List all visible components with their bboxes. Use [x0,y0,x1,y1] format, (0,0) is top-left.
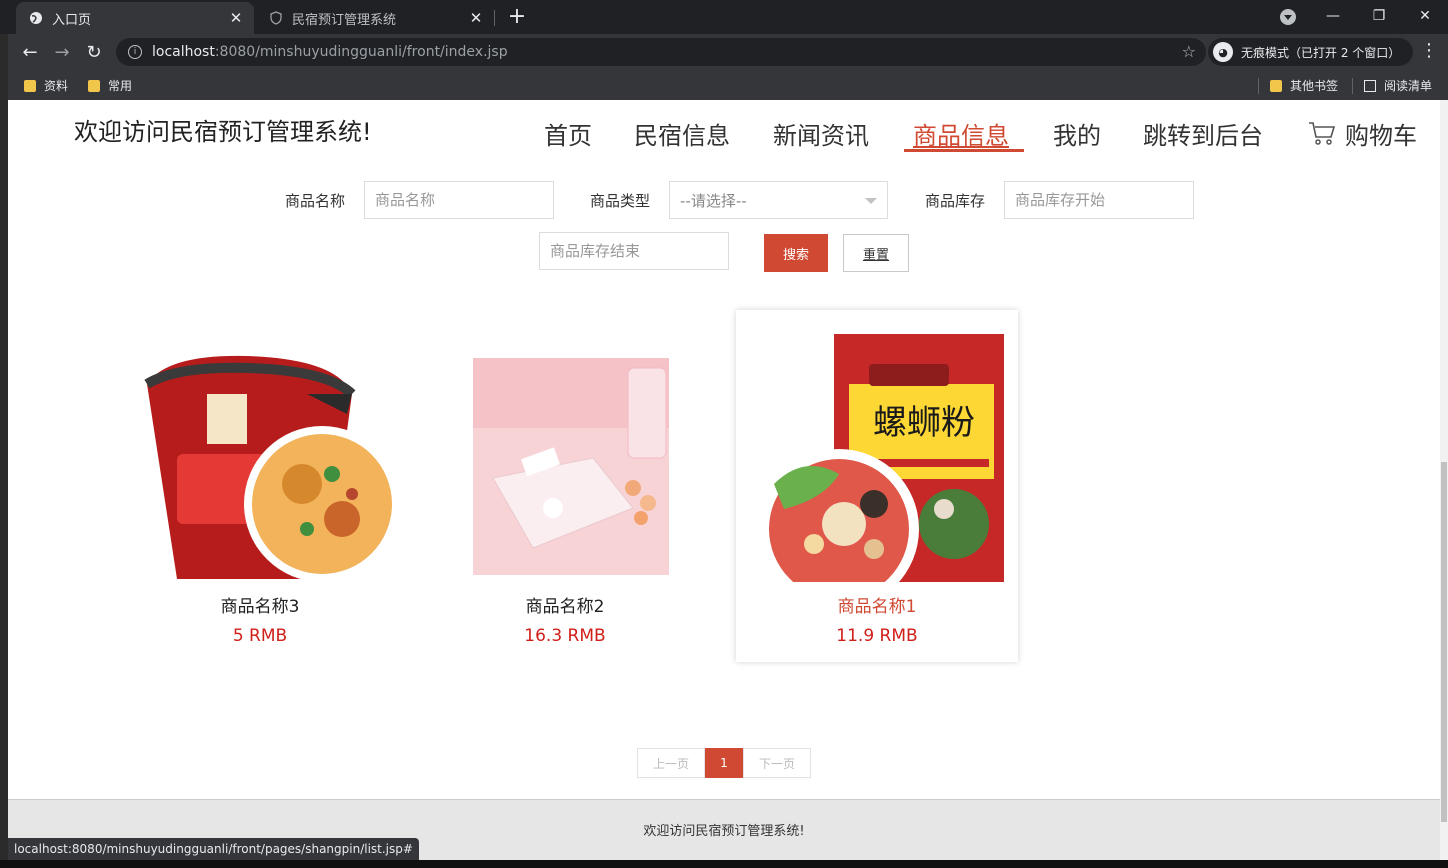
page-scrollbar[interactable] [1440,100,1448,860]
back-icon[interactable]: ← [18,40,42,64]
bookmark-other[interactable]: 其他书签 [1270,77,1338,94]
product-card[interactable]: 螺蛳粉 商品名称1 11.9 RMB [736,310,1018,662]
bookmark-label: 常用 [108,79,133,93]
product-name-label: 商品名称 [285,192,346,210]
tab-search-icon[interactable] [1280,9,1296,25]
nav-backend[interactable]: 跳转到后台 [1143,116,1263,151]
nav-minsu-info[interactable]: 民宿信息 [634,116,730,151]
url-path: :8080/minshuyudingguanli/front/index.jsp [214,44,508,60]
page-viewport: 欢迎访问民宿预订管理系统! 首页 民宿信息 新闻资讯 商品信息 我的 跳转到后台… [8,100,1448,860]
nav-cart[interactable]: 购物车 [1345,116,1417,151]
product-name[interactable]: 商品名称2 [424,592,706,617]
product-price: 11.9 RMB [836,626,918,646]
footer-text: 欢迎访问民宿预订管理系统! [643,824,805,839]
bookmark-label: 其他书签 [1290,79,1339,93]
bookmark-separator [1258,78,1259,94]
bookmarks-bar: 资料 常用 其他书签 阅读清单 [8,70,1448,100]
select-value: --请选择-- [680,191,747,210]
product-price: 16.3 RMB [524,626,606,646]
snack-plate-image [473,358,669,575]
close-icon[interactable]: ✕ [226,8,246,28]
active-nav-underline [904,149,1024,152]
product-name-input[interactable] [364,181,554,219]
reading-list[interactable]: 阅读清单 [1364,77,1432,94]
chevron-down-icon [865,198,877,204]
pagination: 上一页 1 下一页 [637,748,811,778]
stock-end-input[interactable] [539,232,729,270]
incognito-label: 无痕模式（已打开 2 个窗口） [1241,45,1401,60]
folder-icon [1270,79,1282,92]
product-stock-label: 商品库存 [925,192,986,210]
page-1-button[interactable]: 1 [705,748,743,778]
status-bar-url: localhost:8080/minshuyudingguanli/front/… [8,838,419,860]
shield-icon [268,10,284,26]
svg-text:螺蛳粉: 螺蛳粉 [873,403,975,443]
tab-title: 入口页 [52,12,92,28]
reload-icon[interactable]: ↻ [82,40,106,64]
tab-title: 民宿预订管理系统 [292,12,397,28]
browser-menu-icon[interactable]: ⋮ [1420,40,1438,64]
bookmark-label: 资料 [44,79,69,93]
os-taskbar [0,860,1448,868]
nav-news[interactable]: 新闻资讯 [773,116,869,151]
folder-icon [24,79,36,92]
info-icon[interactable]: i [128,45,142,59]
product-type-label: 商品类型 [590,192,651,210]
site-title: 欢迎访问民宿预订管理系统! [74,118,372,146]
product-name[interactable]: 商品名称3 [119,592,401,617]
reading-list-icon [1364,79,1376,92]
bookmark-separator [1352,78,1353,94]
browser-toolbar: ← → ↻ i localhost:8080/minshuyudingguanl… [8,34,1448,70]
bookmark-folder-changyong[interactable]: 常用 [88,77,132,94]
nav-mine[interactable]: 我的 [1053,116,1101,151]
bookmark-folder-ziliao[interactable]: 资料 [24,77,68,94]
reset-button[interactable]: 重置 [843,234,909,272]
product-card[interactable]: 商品名称3 5 RMB [119,310,401,662]
incognito-icon: ◕ [1213,42,1233,62]
product-card[interactable]: 商品名称2 16.3 RMB [424,310,706,662]
close-icon[interactable]: ✕ [466,8,486,28]
next-page-button[interactable]: 下一页 [743,748,811,778]
tab-entry-page[interactable]: 入口页 ✕ [16,2,254,34]
search-button[interactable]: 搜索 [764,234,828,272]
instant-noodle-image [144,355,399,582]
prev-page-button[interactable]: 上一页 [637,748,705,778]
bookmark-label: 阅读清单 [1384,79,1433,93]
window-close-icon[interactable]: ✕ [1402,0,1448,32]
tab-minsu-system[interactable]: 民宿预订管理系统 ✕ [256,2,494,34]
minimize-icon[interactable]: — [1310,0,1356,32]
nav-products[interactable]: 商品信息 [913,116,1009,151]
folder-icon [88,79,100,92]
shopping-cart-icon[interactable] [1308,120,1336,146]
url-host: localhost [152,44,215,60]
globe-icon [28,10,44,26]
product-name[interactable]: 商品名称1 [736,592,1018,617]
forward-icon[interactable]: → [50,40,74,64]
address-bar[interactable]: i localhost:8080/minshuyudingguanli/fron… [116,38,1206,66]
nav-home[interactable]: 首页 [544,116,592,151]
restore-icon[interactable]: ❐ [1356,0,1402,32]
product-price: 5 RMB [232,626,288,646]
stock-start-input[interactable] [1004,181,1194,219]
bookmark-star-icon[interactable]: ☆ [1182,42,1196,61]
luosifen-package-image: 螺蛳粉 [759,334,1004,582]
scrollbar-thumb[interactable] [1441,462,1447,822]
incognito-badge[interactable]: ◕ 无痕模式（已打开 2 个窗口） [1208,38,1413,66]
new-tab-icon[interactable]: + [505,6,529,30]
tab-separator [494,10,495,26]
browser-tab-strip: 入口页 ✕ 民宿预订管理系统 ✕ + — ❐ ✕ [0,0,1448,34]
product-type-select[interactable]: --请选择-- [669,181,888,219]
